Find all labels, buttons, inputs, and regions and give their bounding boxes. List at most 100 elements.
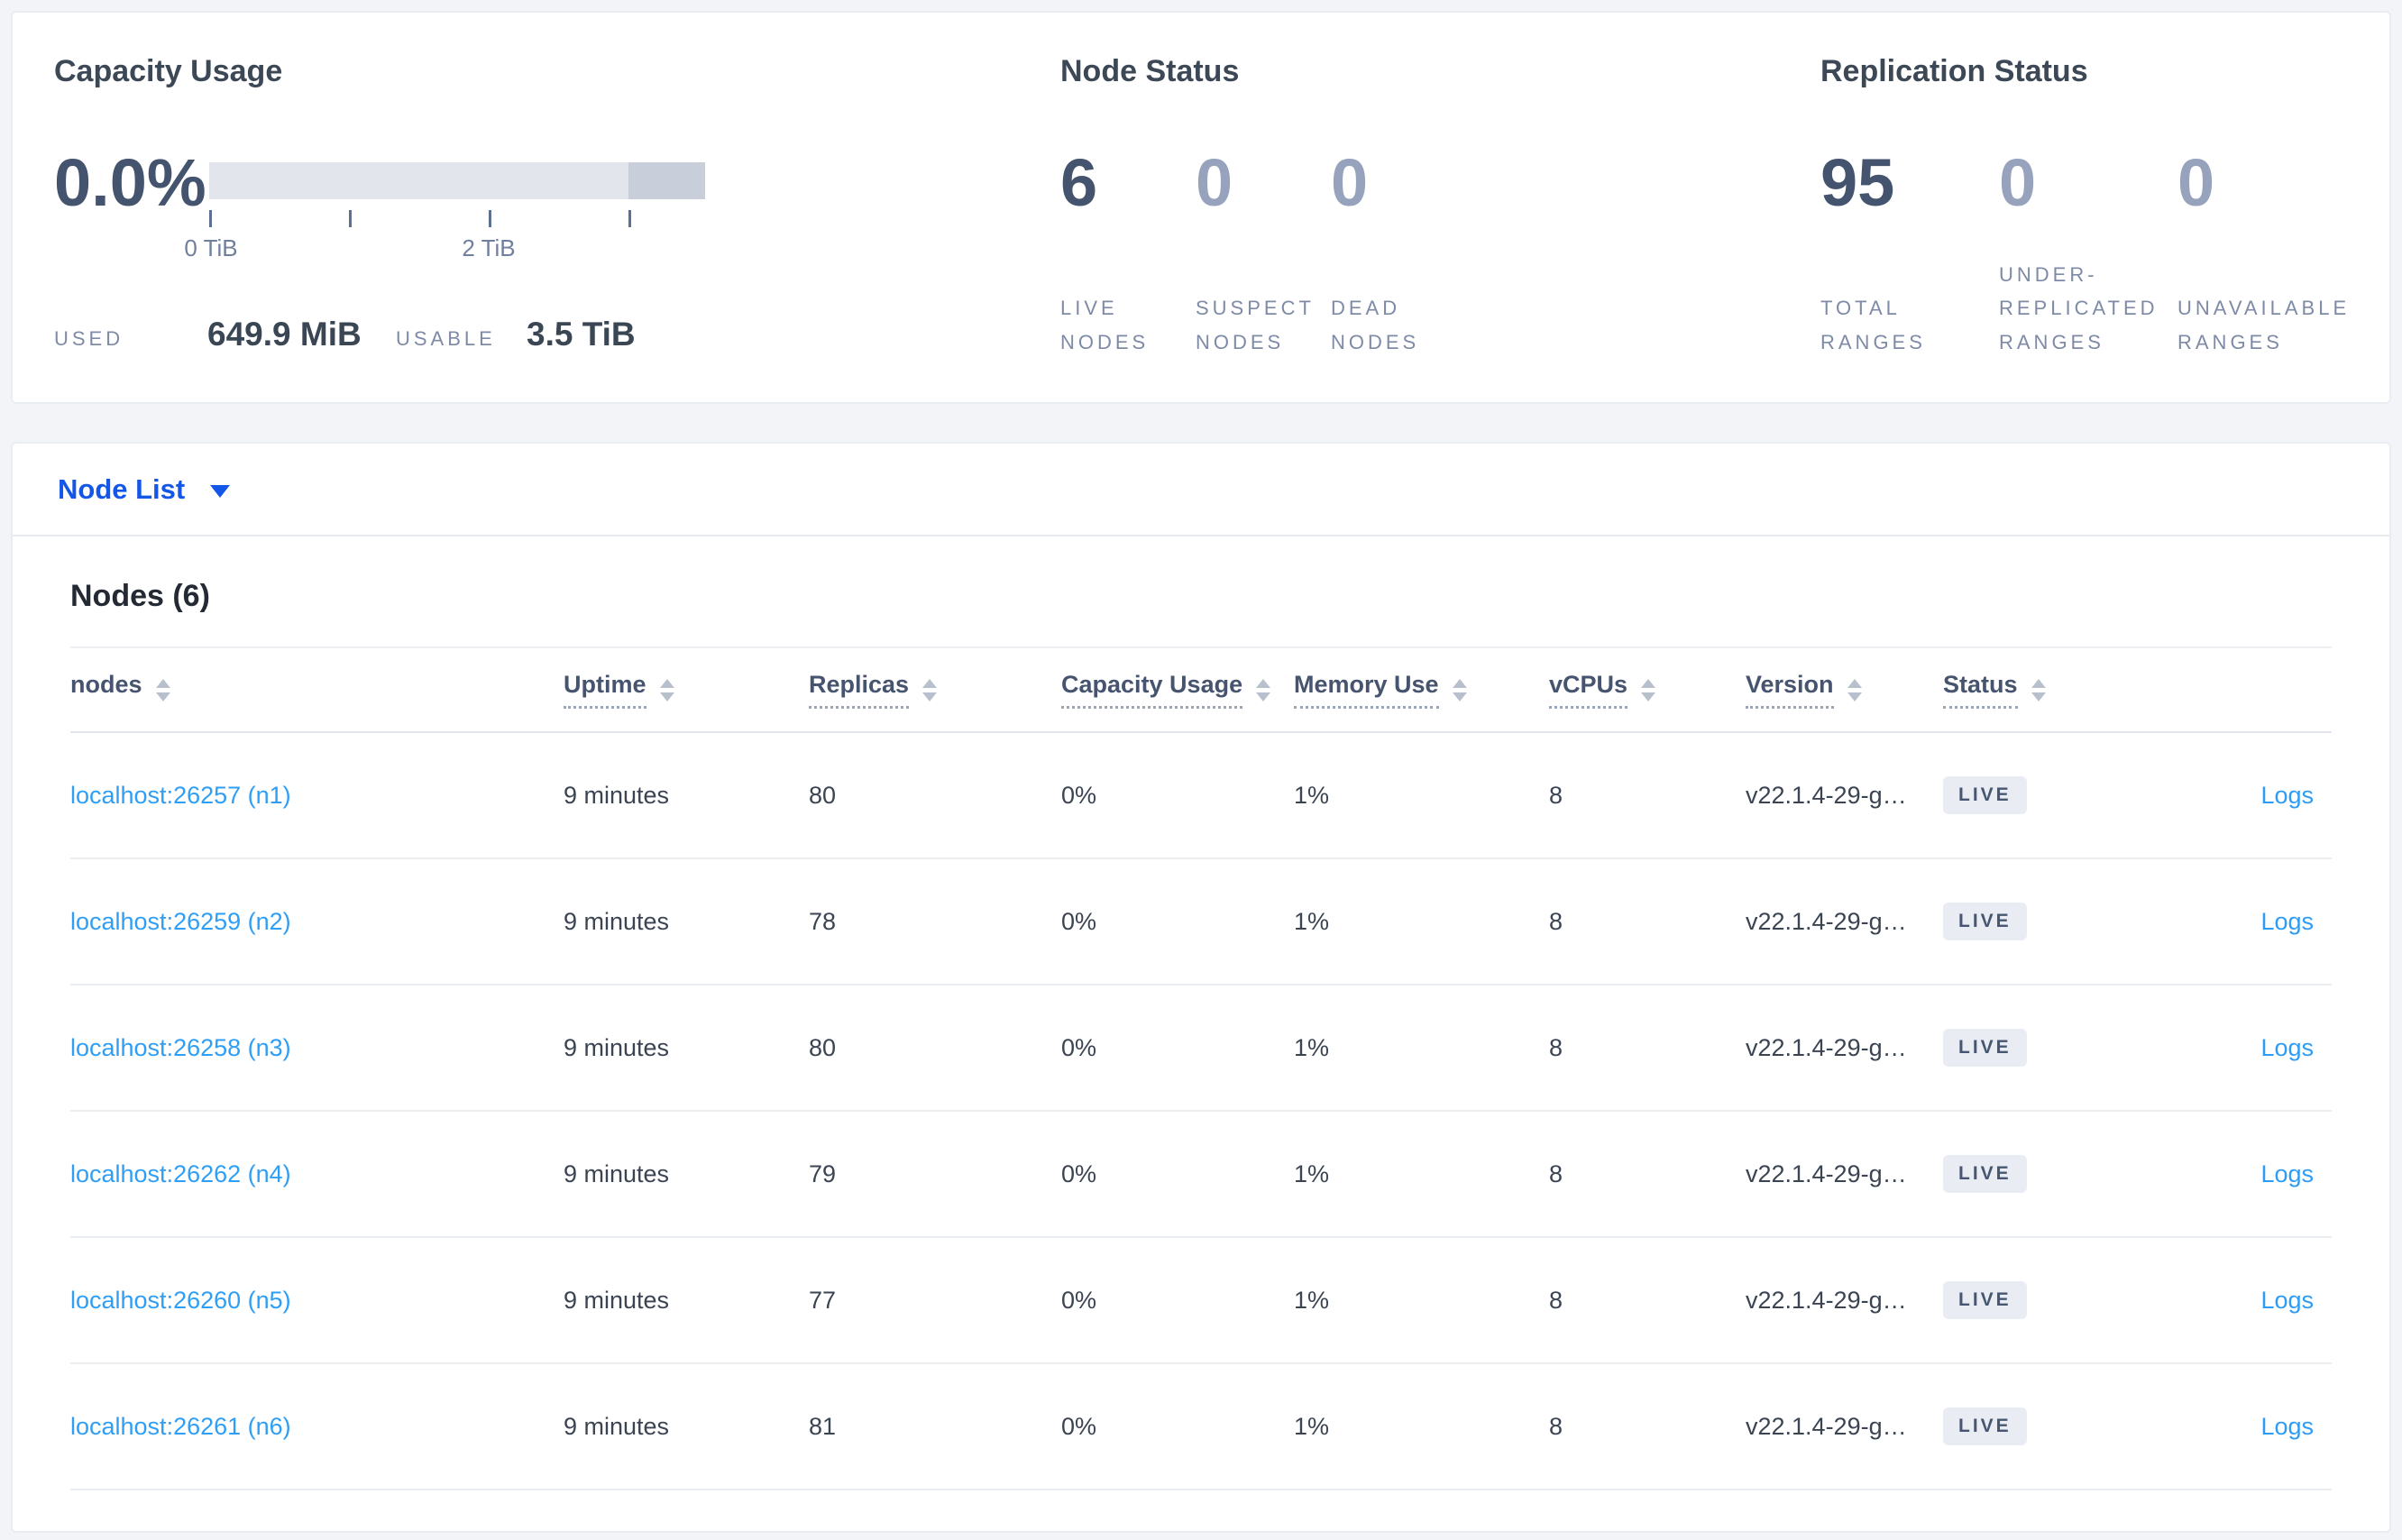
uptime-cell: 9 minutes (564, 1412, 670, 1440)
node-link[interactable]: localhost:26257 (n1) (70, 782, 291, 809)
column-header[interactable]: Replicas (809, 671, 1061, 709)
replicas-cell: 81 (809, 1412, 837, 1440)
column-label: Version (1746, 671, 1834, 709)
axis-tick-label: 2 TiB (462, 234, 516, 261)
column-label: Memory Use (1294, 671, 1439, 709)
table-row: localhost:26262 (n4) 9 minutes 79 0% 1% … (70, 1112, 2332, 1238)
column-header (2135, 685, 2332, 695)
nodes-table-body: localhost:26257 (n1) 9 minutes 80 0% 1% … (70, 733, 2332, 1490)
axis-tick (349, 210, 352, 227)
column-label: nodes (70, 671, 142, 698)
sort-icon (1847, 678, 1862, 701)
vcpus-cell: 8 (1549, 1033, 1563, 1061)
logs-link[interactable]: Logs (2260, 908, 2314, 935)
stat-value: 6 (1060, 145, 1098, 220)
version-cell: v22.1.4-29-g… (1746, 1412, 1907, 1440)
version-cell: v22.1.4-29-g… (1746, 1160, 1907, 1187)
replication-status-stats: 95 TOTAL RANGES 0 UNDER-REPLICATED RANGE… (1820, 150, 2356, 359)
logs-link[interactable]: Logs (2260, 1034, 2314, 1061)
node-link[interactable]: localhost:26261 (n6) (70, 1413, 291, 1440)
stat-label: SUSPECT NODES (1196, 297, 1315, 353)
sort-icon (1256, 678, 1271, 701)
vcpus-cell: 8 (1549, 1412, 1563, 1440)
replicas-cell: 80 (809, 1033, 837, 1061)
node-link[interactable]: localhost:26262 (n4) (70, 1160, 291, 1187)
column-header[interactable]: nodes (70, 671, 564, 709)
stat-label: DEAD NODES (1331, 297, 1420, 353)
sort-icon (659, 678, 674, 701)
usable-label: USABLE (396, 327, 496, 350)
vcpus-cell: 8 (1549, 907, 1563, 935)
capacity-bar-usable (209, 162, 705, 199)
stat-under-replicated-ranges: 0 UNDER-REPLICATED RANGES (1999, 150, 2177, 359)
capacity-cell: 0% (1061, 1160, 1097, 1187)
stat-suspect-nodes: 0 SUSPECT NODES (1196, 150, 1331, 359)
usable-value: 3.5 TiB (527, 316, 636, 353)
stat-value: 0 (1999, 145, 2037, 220)
chevron-down-icon (210, 484, 231, 498)
node-list-dropdown[interactable]: Node List (13, 444, 2389, 536)
stat-total-ranges: 95 TOTAL RANGES (1820, 150, 1999, 359)
axis-tick (628, 210, 631, 227)
node-status-stats: 6 LIVE NODES 0 SUSPECT NODES 0 DEAD NODE… (1060, 150, 1466, 359)
sort-icon (922, 678, 938, 701)
stat-label: TOTAL RANGES (1820, 297, 1926, 353)
version-cell: v22.1.4-29-g… (1746, 1033, 1907, 1061)
logs-link[interactable]: Logs (2260, 782, 2314, 809)
sort-icon (155, 678, 170, 701)
stat-label: LIVE NODES (1060, 297, 1150, 353)
sort-icon (1452, 678, 1467, 701)
column-label: vCPUs (1549, 671, 1628, 709)
capacity-usage-title: Capacity Usage (54, 54, 283, 88)
uptime-cell: 9 minutes (564, 1286, 670, 1314)
replication-status-title: Replication Status (1820, 54, 2088, 88)
stat-dead-nodes: 0 DEAD NODES (1331, 150, 1466, 359)
uptime-cell: 9 minutes (564, 781, 670, 809)
table-row: localhost:26257 (n1) 9 minutes 80 0% 1% … (70, 733, 2332, 859)
column-header[interactable]: Version (1746, 671, 1943, 709)
memory-cell: 1% (1294, 907, 1330, 935)
stat-value: 95 (1820, 145, 1895, 220)
logs-link[interactable]: Logs (2260, 1160, 2314, 1187)
table-row: localhost:26260 (n5) 9 minutes 77 0% 1% … (70, 1238, 2332, 1364)
column-header[interactable]: Capacity Usage (1061, 671, 1294, 709)
capacity-cell: 0% (1061, 1033, 1097, 1061)
used-label: USED (54, 327, 124, 350)
node-link[interactable]: localhost:26258 (n3) (70, 1034, 291, 1061)
version-cell: v22.1.4-29-g… (1746, 907, 1907, 935)
column-header[interactable]: Uptime (564, 671, 809, 709)
stat-value: 0 (2177, 145, 2215, 220)
nodes-table: Nodes (6) nodes Uptime Replicas Capacity… (13, 578, 2389, 1490)
column-label: Status (1943, 671, 2018, 709)
logs-link[interactable]: Logs (2260, 1287, 2314, 1314)
sort-icon (2031, 678, 2046, 701)
column-header[interactable]: Status (1943, 671, 2135, 709)
status-badge: LIVE (1943, 1407, 2027, 1445)
uptime-cell: 9 minutes (564, 907, 670, 935)
used-value: 649.9 MiB (207, 316, 362, 353)
column-label: Capacity Usage (1061, 671, 1243, 709)
capacity-cell: 0% (1061, 1286, 1097, 1314)
logs-link[interactable]: Logs (2260, 1413, 2314, 1440)
capacity-used-percent: 0.0% (54, 145, 206, 220)
table-row: localhost:26259 (n2) 9 minutes 78 0% 1% … (70, 859, 2332, 985)
capacity-cell: 0% (1061, 907, 1097, 935)
memory-cell: 1% (1294, 1412, 1330, 1440)
memory-cell: 1% (1294, 1033, 1330, 1061)
nodes-heading: Nodes (6) (70, 579, 210, 613)
version-cell: v22.1.4-29-g… (1746, 1286, 1907, 1314)
node-link[interactable]: localhost:26260 (n5) (70, 1287, 291, 1314)
node-status-title: Node Status (1060, 54, 1240, 88)
capacity-usage-bar-chart: 0 TiB 2 TiB (184, 162, 705, 270)
memory-cell: 1% (1294, 781, 1330, 809)
stat-value: 0 (1331, 145, 1369, 220)
axis-tick (209, 210, 212, 227)
column-header[interactable]: Memory Use (1294, 671, 1549, 709)
replicas-cell: 80 (809, 781, 837, 809)
column-header[interactable]: vCPUs (1549, 671, 1746, 709)
uptime-cell: 9 minutes (564, 1160, 670, 1187)
vcpus-cell: 8 (1549, 1286, 1563, 1314)
cluster-summary-card: Capacity Usage 0.0% 0 TiB 2 TiB USED 649… (11, 11, 2391, 404)
node-link[interactable]: localhost:26259 (n2) (70, 908, 291, 935)
replicas-cell: 78 (809, 907, 837, 935)
